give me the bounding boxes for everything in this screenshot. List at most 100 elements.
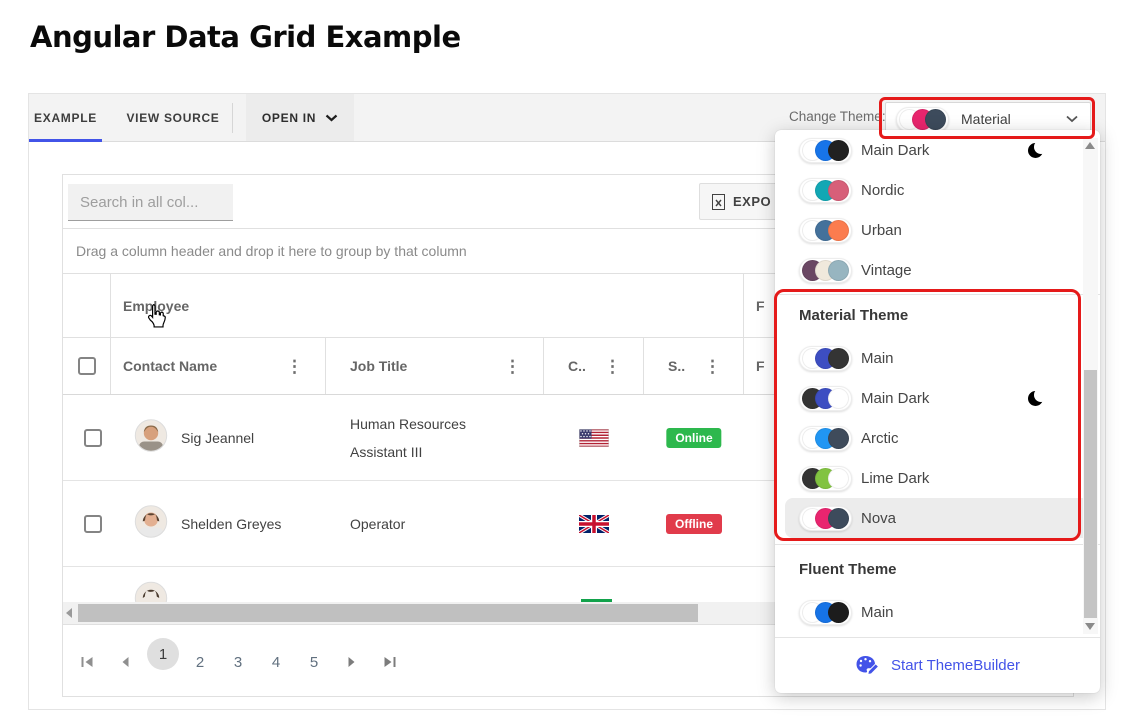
dropdown-scrollbar[interactable] (1083, 138, 1098, 634)
excel-file-icon (712, 194, 725, 210)
clipped-group-label: F (756, 298, 765, 314)
theme-option-material-arctic[interactable]: Arctic (785, 418, 1090, 458)
theme-option-material-main[interactable]: Main (785, 338, 1090, 378)
row-checkbox[interactable] (84, 429, 102, 447)
moon-icon (1028, 142, 1044, 158)
theme-swatch (799, 138, 852, 163)
theme-swatch (799, 346, 852, 371)
theme-swatch (799, 386, 852, 411)
chevron-down-icon (1066, 115, 1078, 123)
avatar (134, 418, 168, 457)
theme-option-label: Urban (861, 222, 902, 239)
scroll-up-arrow-icon[interactable] (1085, 142, 1095, 149)
job-title-label: Job Title (350, 358, 407, 374)
theme-option-vintage[interactable]: Vintage (785, 250, 1090, 290)
select-all-cell (63, 338, 111, 394)
theme-option-fluent-main[interactable]: Main (785, 592, 1090, 632)
theme-option-label: Lime Dark (861, 470, 929, 487)
theme-option-label: Nova (861, 510, 896, 527)
column-status[interactable]: S.. ⋮ (644, 338, 744, 394)
header-spacer-cell (63, 274, 111, 337)
page-button[interactable]: 3 (234, 654, 242, 671)
dropdown-scrollbar-thumb[interactable] (1084, 370, 1097, 618)
tab-view-source-label: VIEW SOURCE (126, 111, 219, 125)
contact-name-label: Contact Name (123, 358, 217, 374)
previous-page-button[interactable] (121, 656, 130, 668)
job-line: Human Resources (350, 416, 466, 432)
material-theme-header: Material Theme (775, 295, 1100, 338)
job-line: Assistant III (350, 444, 422, 460)
active-tab-underline (29, 139, 102, 142)
column-group-employee[interactable]: Employee (111, 274, 744, 337)
selected-theme-swatch (896, 107, 949, 132)
country-column-label: C.. (568, 358, 586, 374)
tab-view-source[interactable]: VIEW SOURCE (118, 94, 228, 141)
start-themebuilder-link[interactable]: Start ThemeBuilder (775, 637, 1100, 693)
theme-swatch (799, 600, 852, 625)
contact-name-cell: Shelden Greyes (181, 516, 281, 532)
group-hint-text: Drag a column header and drop it here to… (76, 243, 467, 259)
theme-option-label: Main Dark (861, 142, 929, 159)
hand-cursor-icon (146, 303, 167, 334)
column-job-title[interactable]: Job Title ⋮ (326, 338, 544, 394)
page-button[interactable]: 5 (310, 654, 318, 671)
job-line: Operator (350, 516, 405, 532)
theme-option-nordic[interactable]: Nordic (785, 170, 1090, 210)
theme-option-label: Main (861, 350, 894, 367)
page-button[interactable]: 4 (272, 654, 280, 671)
clipped-column-label: F (756, 358, 765, 374)
scroll-down-arrow-icon[interactable] (1085, 623, 1095, 630)
column-menu-icon[interactable]: ⋮ (604, 358, 621, 375)
theme-swatch (799, 426, 852, 451)
theme-swatch (799, 258, 852, 283)
horizontal-scrollbar-thumb[interactable] (78, 604, 698, 622)
tab-example[interactable]: EXAMPLE (29, 94, 102, 141)
moon-icon (1028, 390, 1044, 406)
column-contact-name[interactable]: Contact Name ⋮ (111, 338, 326, 394)
theme-option-urban[interactable]: Urban (785, 210, 1090, 250)
search-input[interactable] (68, 184, 233, 221)
open-in-label: OPEN IN (262, 111, 316, 125)
theme-swatch (799, 178, 852, 203)
theme-option-main-dark[interactable]: Main Dark (785, 130, 1090, 170)
column-menu-icon[interactable]: ⋮ (704, 358, 721, 375)
change-theme-label: Change Theme: (789, 109, 886, 124)
page-button[interactable]: 2 (196, 654, 204, 671)
page: Angular Data Grid Example EXAMPLE VIEW S… (0, 0, 1137, 724)
first-page-button[interactable] (81, 656, 94, 668)
us-flag-icon (579, 429, 609, 447)
themebuilder-palette-icon (855, 654, 881, 678)
tab-divider (232, 103, 233, 133)
fluent-theme-header: Fluent Theme (775, 545, 1100, 592)
page-title: Angular Data Grid Example (30, 20, 461, 54)
open-in-menu[interactable]: OPEN IN (246, 94, 354, 141)
theme-option-material-nova[interactable]: Nova (785, 498, 1090, 538)
column-menu-icon[interactable]: ⋮ (504, 358, 521, 375)
avatar (134, 504, 168, 543)
theme-option-label: Main (861, 604, 894, 621)
next-page-button[interactable] (348, 656, 357, 668)
theme-option-material-lime-dark[interactable]: Lime Dark (785, 458, 1090, 498)
status-badge: Offline (666, 514, 722, 534)
job-title-cell: Human Resources Assistant III (350, 410, 466, 466)
selected-theme-name: Material (961, 111, 1066, 127)
scroll-left-arrow-icon[interactable] (66, 608, 72, 618)
column-country[interactable]: C.. ⋮ (544, 338, 644, 394)
chevron-down-icon (325, 114, 338, 122)
last-page-button[interactable] (384, 656, 397, 668)
theme-option-label: Main Dark (861, 390, 929, 407)
column-menu-icon[interactable]: ⋮ (286, 358, 303, 375)
theme-option-material-main-dark[interactable]: Main Dark (785, 378, 1090, 418)
theme-option-label: Vintage (861, 262, 912, 279)
status-column-label: S.. (668, 358, 685, 374)
start-themebuilder-label: Start ThemeBuilder (891, 657, 1020, 674)
theme-option-label: Nordic (861, 182, 904, 199)
select-all-checkbox[interactable] (78, 357, 96, 375)
avatar (134, 581, 168, 602)
row-checkbox[interactable] (84, 515, 102, 533)
theme-swatch (799, 506, 852, 531)
job-title-cell: Operator (350, 510, 405, 538)
contact-name-cell: Sig Jeannel (181, 430, 254, 446)
page-button-current[interactable]: 1 (147, 638, 179, 670)
status-badge: Online (666, 428, 721, 448)
